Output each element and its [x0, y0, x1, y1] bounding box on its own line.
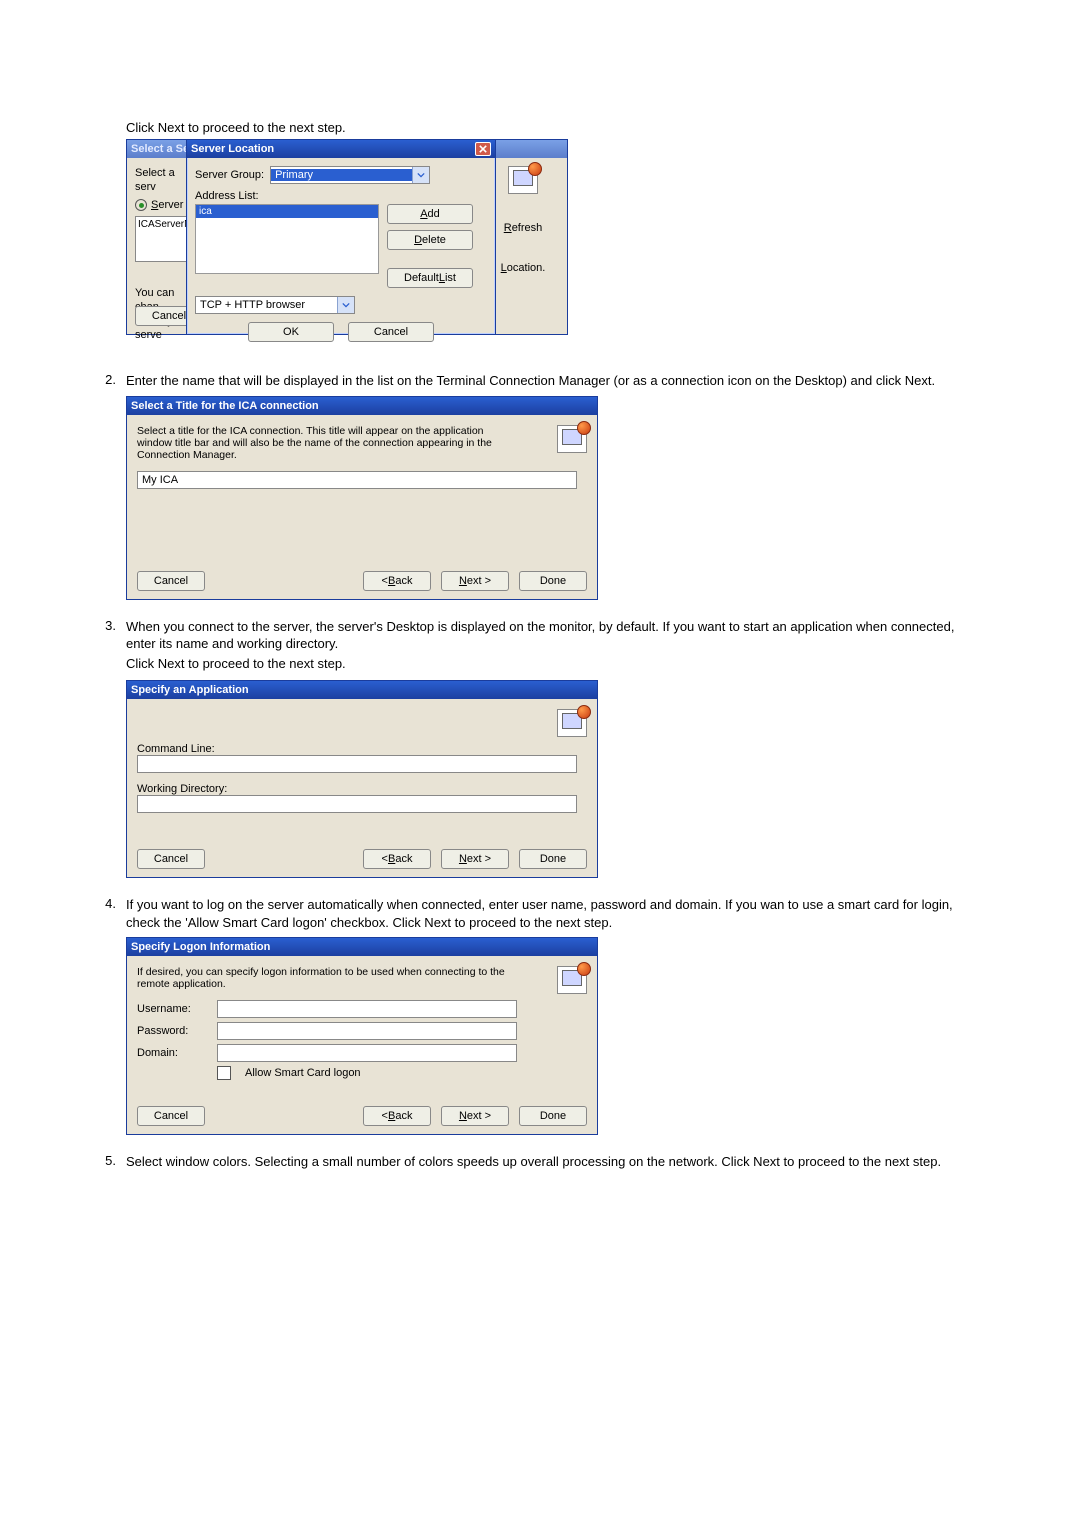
step4-text: If you want to log on the server automat…: [126, 896, 980, 931]
chevron-down-icon: [337, 297, 354, 313]
allow-smart-card-checkbox[interactable]: [217, 1066, 231, 1080]
step4-title: Specify Logon Information: [131, 938, 270, 956]
chevron-down-icon: [412, 167, 429, 183]
step3-number: 3.: [100, 618, 126, 675]
dialog-select-title: Select a Title for the ICA connection Se…: [126, 396, 598, 600]
step3-next-button[interactable]: Next >: [441, 849, 509, 869]
server-group-label: Server Group:: [195, 169, 264, 181]
computer-icon: [557, 966, 587, 994]
front-titlebar: Server Location: [187, 140, 495, 158]
server-group-dropdown[interactable]: Primary: [270, 166, 430, 184]
add-button[interactable]: Add: [387, 204, 473, 224]
computer-icon: [557, 425, 587, 453]
password-label: Password:: [137, 1025, 207, 1037]
username-input[interactable]: [217, 1000, 517, 1018]
back-select-server-fragment: Select a serv: [135, 166, 187, 194]
server-list-item[interactable]: ICAServerNam: [136, 217, 186, 233]
working-directory-input[interactable]: [137, 795, 577, 813]
domain-input[interactable]: [217, 1044, 517, 1062]
step4-description: If desired, you can specify logon inform…: [137, 966, 517, 990]
step5-number: 5.: [100, 1153, 126, 1171]
step2-text: Enter the name that will be displayed in…: [126, 372, 935, 390]
password-input[interactable]: [217, 1022, 517, 1040]
address-list-item[interactable]: ica: [196, 205, 378, 218]
step3-done-button[interactable]: Done: [519, 849, 587, 869]
dialog-specify-application: Specify an Application Command Line: Wor…: [126, 680, 598, 878]
intro-text: Click Next to proceed to the next step.: [126, 120, 980, 135]
dialog-server-location: Server Location Server Group: Primary Ad…: [186, 139, 496, 335]
step2-number: 2.: [100, 372, 126, 390]
dialog-specify-logon: Specify Logon Information If desired, yo…: [126, 937, 598, 1135]
close-icon[interactable]: [475, 142, 491, 156]
figure-server-location: Select a Serv Select a serv Server ICASe…: [126, 139, 586, 354]
step2-next-button[interactable]: Next >: [441, 571, 509, 591]
step3-text: When you connect to the server, the serv…: [126, 618, 980, 675]
default-list-button[interactable]: Default List: [387, 268, 473, 288]
domain-label: Domain:: [137, 1047, 207, 1059]
step2-back-button[interactable]: < Back: [363, 571, 431, 591]
radio-server-label: erver: [158, 199, 183, 211]
server-listbox[interactable]: ICAServerNam: [135, 216, 187, 262]
connection-title-input[interactable]: [137, 471, 577, 489]
address-listbox[interactable]: ica: [195, 204, 379, 274]
command-line-label: Command Line:: [137, 743, 587, 755]
step4-next-button[interactable]: Next >: [441, 1106, 509, 1126]
radio-dot-icon: [135, 199, 147, 211]
protocol-value: TCP + HTTP browser: [196, 299, 337, 311]
username-label: Username:: [137, 1003, 207, 1015]
delete-button[interactable]: Delete: [387, 230, 473, 250]
step4-back-button[interactable]: < Back: [363, 1106, 431, 1126]
protocol-dropdown[interactable]: TCP + HTTP browser: [195, 296, 355, 314]
computer-icon: [508, 166, 538, 194]
step3-title: Specify an Application: [131, 681, 249, 699]
step2-done-button[interactable]: Done: [519, 571, 587, 591]
back-refresh-label: Refresh: [504, 222, 543, 234]
step3-cancel-button[interactable]: Cancel: [137, 849, 205, 869]
step4-cancel-button[interactable]: Cancel: [137, 1106, 205, 1126]
back-location-label: Location.: [501, 262, 546, 274]
ok-button[interactable]: OK: [248, 322, 334, 342]
step4-done-button[interactable]: Done: [519, 1106, 587, 1126]
allow-smart-card-label: Allow Smart Card logon: [245, 1067, 361, 1079]
front-cancel-button[interactable]: Cancel: [348, 322, 434, 342]
step5-text: Select window colors. Selecting a small …: [126, 1153, 941, 1171]
computer-icon: [557, 709, 587, 737]
step2-description: Select a title for the ICA connection. T…: [137, 425, 507, 461]
step3-back-button[interactable]: < Back: [363, 849, 431, 869]
server-group-value: Primary: [271, 169, 412, 181]
step2-title: Select a Title for the ICA connection: [131, 397, 319, 415]
step2-cancel-button[interactable]: Cancel: [137, 571, 205, 591]
front-title: Server Location: [191, 140, 274, 158]
address-list-label: Address List:: [195, 190, 487, 202]
radio-server[interactable]: Server: [135, 198, 187, 212]
command-line-input[interactable]: [137, 755, 577, 773]
working-directory-label: Working Directory:: [137, 783, 587, 795]
step4-number: 4.: [100, 896, 126, 931]
